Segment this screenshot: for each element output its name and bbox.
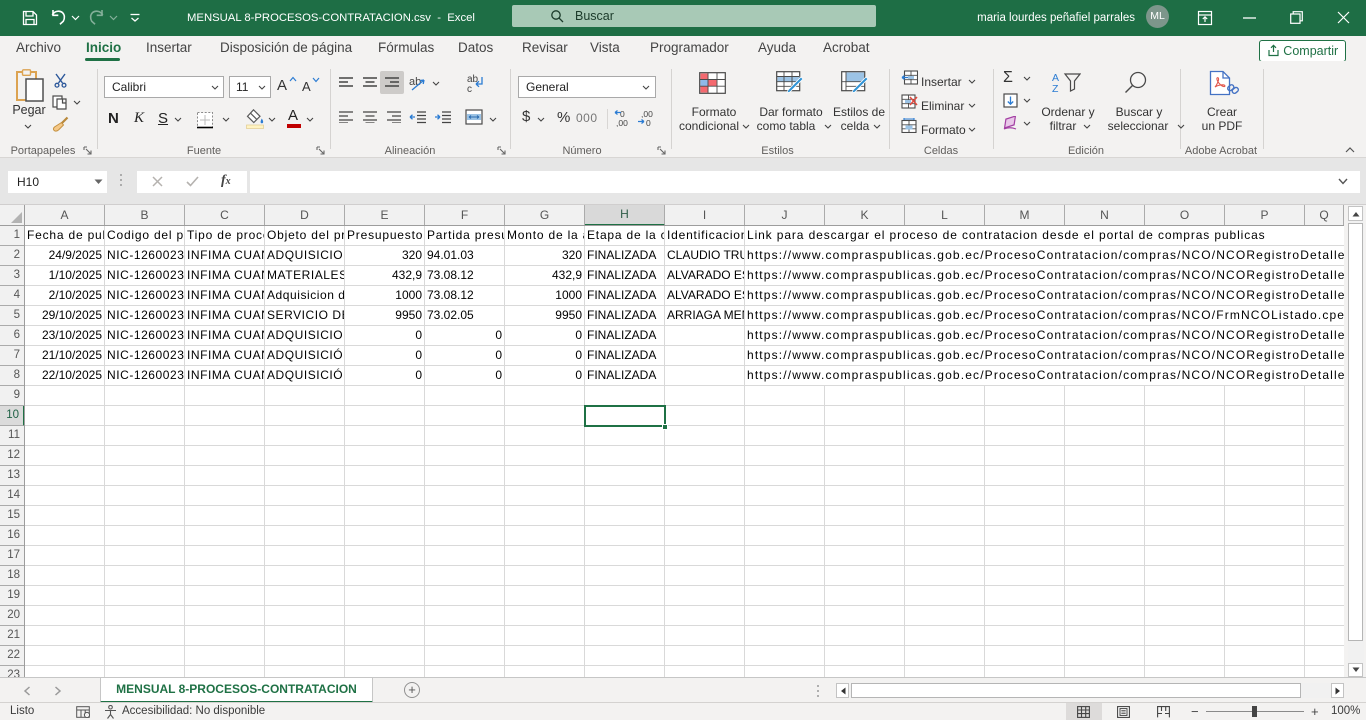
svg-text:0: 0 [646, 118, 651, 127]
svg-text:Z: Z [1052, 83, 1059, 93]
svg-text:c: c [467, 84, 472, 93]
svg-text:ab: ab [409, 76, 421, 88]
svg-text:,00: ,00 [616, 118, 628, 127]
